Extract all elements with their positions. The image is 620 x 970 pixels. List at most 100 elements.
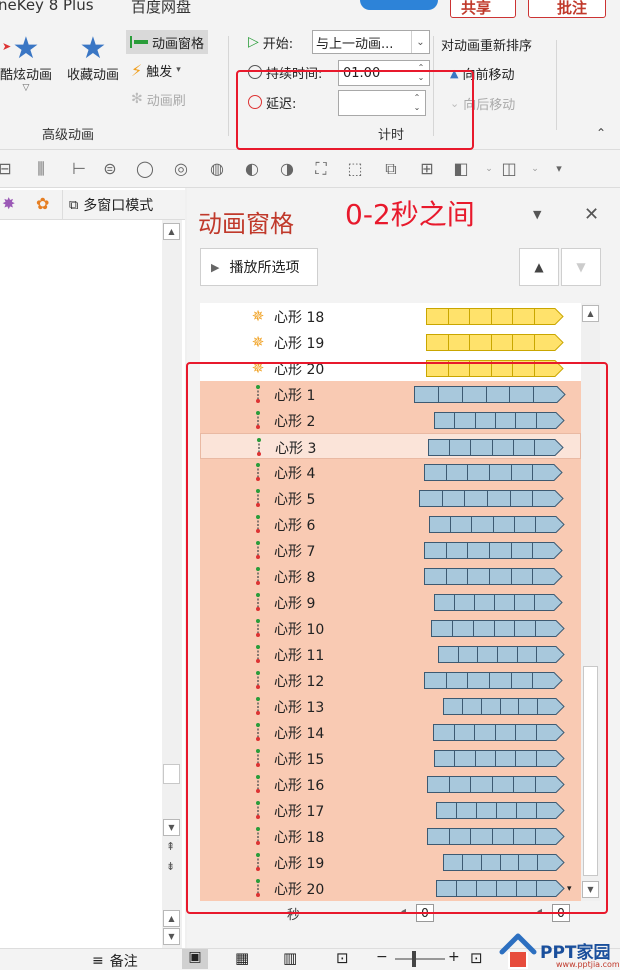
logo-url: www.pptjia.com [556,960,620,969]
align-right-icon[interactable]: ⊢ [70,160,88,178]
pane-title: 动画窗格 [198,210,294,238]
group-label-advanced: 高级动画 [42,128,95,143]
reorder-title: 对动画重新排序 [441,38,533,54]
arrange-icon[interactable]: ◫ [500,160,518,178]
house-logo-icon [499,933,537,969]
notes-label: 备注 [109,954,138,970]
multiwindow-button[interactable]: ⧉ 多窗口模式 [62,190,153,220]
scroll-down-icon[interactable]: ▼ [163,928,180,945]
share-label: 共享 [461,0,492,17]
scroll-thumb[interactable] [163,764,180,784]
scroll-up-icon[interactable]: ▲ [582,305,599,322]
prev-slide-icon[interactable]: ⇞ [166,840,175,853]
collapse-ribbon-icon[interactable]: ⌃ [596,126,606,140]
move-down-button[interactable]: ▼ [561,248,601,286]
animation-brush-label: 动画刷 [146,93,186,109]
fit-icon[interactable]: ⊡ [470,949,483,967]
lightning-icon: ⚡ [131,60,143,80]
chevron-down-icon: ▽ [22,83,30,93]
start-select[interactable]: 与上一动画... ⌄ [312,30,430,54]
animation-list-item[interactable]: ✵ 心形 19 [200,329,581,355]
left-scrollbar[interactable]: ▲ ▼ ⇞ ⇟ ▲ ▼ [162,220,182,948]
timeline-bar[interactable] [425,308,564,325]
combine-shapes-icon[interactable]: ◎ [172,160,190,178]
chevron-down-icon[interactable]: ⌄ [480,160,498,178]
pane-menu-icon[interactable]: ▼ [533,208,541,221]
ungroup-icon[interactable]: ⬚ [346,160,364,178]
star-icon: ★ ➤ [2,31,40,66]
zoom-slider[interactable] [395,958,445,960]
share-button[interactable]: 共享 [450,0,516,18]
union-shapes-icon[interactable]: ◯ [136,160,154,178]
ppt-jiayuan-logo: PPT家园 www.pptjia.com [498,930,620,970]
scroll-up-icon[interactable]: ▲ [163,223,180,240]
play-selected-button[interactable]: ▶ 播放所选项 [200,248,318,286]
group-icon[interactable]: ⛶ [312,160,330,178]
animation-brush-button[interactable]: ✻ 动画刷 [131,88,186,110]
toggle-switch[interactable] [360,0,438,10]
fragment-shapes-icon[interactable]: ◍ [208,160,226,178]
left-panel-header: ✸ ✿ ⧉ 多窗口模式 [0,190,185,220]
selection-highlight-box [186,362,608,914]
align-icon[interactable]: ⊟ [0,160,14,178]
animation-item-label: 心形 19 [274,336,325,352]
scroll-up-icon[interactable]: ▲ [163,910,180,927]
animation-pane-button[interactable]: 动画窗格 [126,30,209,54]
brush-icon: ✻ [131,91,143,107]
chevron-down-icon[interactable]: ⌄ [411,31,429,53]
trigger-button[interactable]: ⚡ 触发 ▾ [131,59,181,81]
animation-pane-icon [130,36,148,48]
collect-animation-button[interactable]: ★ 收藏动画 [62,31,124,84]
zoom-in-icon[interactable]: + [448,949,460,965]
next-slide-icon[interactable]: ⇟ [166,860,175,873]
close-icon[interactable]: ✕ [584,204,599,225]
alignment-toolbar: ⊟ ⫼ ⊢ ⊜ ◯ ◎ ◍ ◐ ◑ ⛶ ⬚ ⧉ ⊞ ◧ ⌄ ◫ ⌄ ▾ [0,150,620,188]
start-label: 开始: [262,36,294,52]
dazzle-animation-button[interactable]: ★ ➤ 酷炫动画 ▽ [0,31,56,94]
divider [228,36,229,136]
gear-icon[interactable]: ✿ [36,194,49,213]
star-cloud-icon: ★ [79,31,107,66]
magic-icon[interactable]: ✸ [2,194,15,213]
normal-view-icon[interactable]: ▣ [182,949,208,969]
timing-highlight-box [236,70,474,150]
notes-button[interactable]: ≡ 备注 [92,951,138,970]
multiwindow-label: 多窗口模式 [83,198,154,214]
triangle-down-icon: ▼ [576,260,586,274]
notes-icon: ≡ [92,953,104,969]
timeline-bar[interactable] [425,334,564,351]
play-selected-label: 播放所选项 [229,260,300,276]
start-select-value: 与上一动画... [316,36,394,52]
animation-pane-label: 动画窗格 [152,36,205,52]
slideshow-icon[interactable]: ⊡ [336,949,349,967]
move-up-button[interactable]: ▲ [519,248,559,286]
intersect-shapes-icon[interactable]: ◐ [243,160,261,178]
window-icon: ⧉ [69,197,79,213]
comment-label: 批注 [557,0,588,17]
chevron-down-icon[interactable]: ⌄ [526,160,544,178]
start-label-row: ▷ 开始: [248,31,293,53]
divider [556,40,557,130]
collect-label: 收藏动画 [66,68,119,83]
zoom-out-icon[interactable]: − [376,949,388,965]
align-center-icon[interactable]: ⫼ [32,160,50,178]
reading-view-icon[interactable]: ▥ [283,949,297,967]
send-backward-icon[interactable]: ⊞ [418,160,436,178]
tab-baidu-pan[interactable]: 百度网盘 [131,0,191,17]
comment-button[interactable]: 批注 [528,0,606,18]
zoom-slider-thumb[interactable] [412,951,416,967]
animation-list-item[interactable]: ✵ 心形 18 [200,303,581,329]
layer-icon[interactable]: ◧ [452,160,470,178]
align-middle-icon[interactable]: ⊜ [101,160,119,178]
tab-onekey[interactable]: neKey 8 Plus [0,0,94,14]
slide-sorter-icon[interactable]: ▦ [235,949,249,967]
more-options-icon[interactable]: ▾ [550,160,568,178]
bring-forward-icon[interactable]: ⧉ [382,160,400,178]
dazzle-label: 酷炫动画 [0,68,52,83]
play-triangle-icon: ▷ [248,34,259,50]
emphasis-star-icon: ✵ [251,333,265,351]
subtract-shapes-icon[interactable]: ◑ [278,160,296,178]
trigger-label: 触发 [146,64,173,80]
chevron-down-icon: ▾ [176,65,181,75]
scroll-down-icon[interactable]: ▼ [163,819,180,836]
